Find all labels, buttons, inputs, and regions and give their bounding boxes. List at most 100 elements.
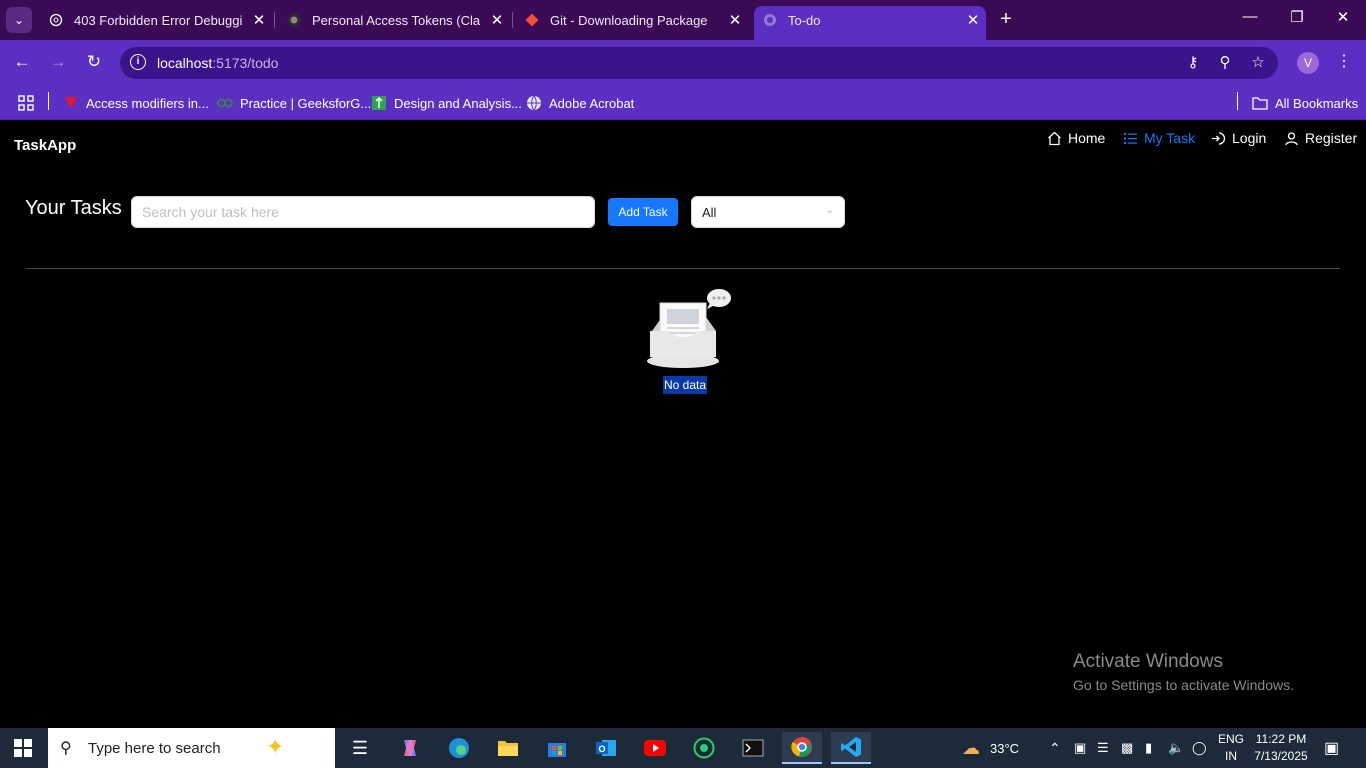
bookmark-geeksforgeeks[interactable]: Practice | GeeksforG... bbox=[217, 92, 371, 114]
taskbar-search-text: Type here to search bbox=[88, 740, 221, 757]
new-tab-plus-icon[interactable]: + bbox=[996, 8, 1016, 31]
language-code: ENG bbox=[1217, 732, 1244, 746]
nav-label: Login bbox=[1232, 130, 1267, 146]
bookmark-label: Adobe Acrobat bbox=[549, 95, 635, 111]
chrome-icon[interactable] bbox=[782, 732, 822, 764]
empty-inbox-icon bbox=[644, 287, 734, 369]
address-bar[interactable]: i localhost:5173/todo ⚷ ⚲ ☆ bbox=[120, 47, 1278, 79]
close-icon[interactable]: ✕ bbox=[250, 11, 268, 29]
nav-register[interactable]: Register bbox=[1283, 130, 1357, 146]
list-icon bbox=[1122, 130, 1138, 146]
notifications-icon[interactable]: ▣ bbox=[1324, 728, 1339, 768]
green-book-icon bbox=[371, 95, 387, 111]
close-icon[interactable]: ✕ bbox=[726, 11, 744, 29]
minimize-icon[interactable]: — bbox=[1240, 8, 1260, 25]
more-menu-icon[interactable]: ⋮ bbox=[1336, 51, 1352, 71]
tab-403-forbidden[interactable]: 403 Forbidden Error Debugging ✕ bbox=[40, 6, 272, 34]
watermark-subtitle: Go to Settings to activate Windows. bbox=[1073, 677, 1294, 693]
bookmark-access-modifiers[interactable]: Access modifiers in... bbox=[63, 92, 209, 114]
task-search-input[interactable] bbox=[131, 196, 595, 228]
window-close-icon[interactable]: ✕ bbox=[1333, 8, 1353, 26]
language-globe-icon[interactable]: ◯ bbox=[1192, 728, 1207, 768]
windows-taskbar: ⚲ Type here to search ✦ ☰ O ☁ 33°C ⌃ ▣ ☰… bbox=[0, 728, 1366, 768]
tab-title: 403 Forbidden Error Debugging bbox=[74, 12, 242, 28]
all-bookmarks-label: All Bookmarks bbox=[1275, 95, 1359, 111]
clock-date: 7/13/2025 bbox=[1254, 749, 1308, 763]
task-view-icon[interactable]: ☰ bbox=[340, 732, 380, 764]
bookmark-design-analysis[interactable]: Design and Analysis... bbox=[371, 92, 522, 114]
tray-chevron-up-icon[interactable]: ⌃ bbox=[1049, 728, 1061, 768]
home-icon bbox=[1046, 130, 1062, 146]
bookmark-label: Access modifiers in... bbox=[86, 95, 209, 111]
tab-search-chevron-icon[interactable]: ⌄ bbox=[6, 7, 32, 33]
app-brand[interactable]: TaskApp bbox=[14, 137, 76, 154]
copilot-icon[interactable] bbox=[390, 732, 430, 764]
nav-my-task[interactable]: My Task bbox=[1122, 130, 1195, 146]
close-icon[interactable]: ✕ bbox=[488, 11, 506, 29]
chevron-down-icon: ⌄ bbox=[825, 205, 834, 216]
nav-home[interactable]: Home bbox=[1046, 130, 1105, 146]
apps-grid-icon[interactable] bbox=[18, 92, 34, 114]
all-bookmarks[interactable]: All Bookmarks bbox=[1252, 92, 1358, 114]
youtube-icon[interactable] bbox=[635, 732, 675, 764]
weather-widget[interactable]: ☁ 33°C bbox=[962, 728, 1019, 768]
bookmark-red-icon bbox=[63, 95, 79, 111]
status-filter-select[interactable]: All ⌄ bbox=[691, 196, 845, 228]
meet-now-icon[interactable]: ▣ bbox=[1074, 728, 1086, 768]
terminal-icon[interactable] bbox=[733, 732, 773, 764]
close-icon[interactable]: ✕ bbox=[964, 11, 982, 29]
login-icon bbox=[1210, 130, 1226, 146]
input-language[interactable]: ENG IN bbox=[1216, 731, 1246, 765]
tab-git-downloading[interactable]: Git - Downloading Package ✕ bbox=[516, 6, 748, 34]
restore-icon[interactable]: ❐ bbox=[1287, 8, 1307, 26]
bookmark-adobe-acrobat[interactable]: Adobe Acrobat bbox=[526, 92, 634, 114]
tab-separator bbox=[512, 12, 513, 28]
nav-label: Home bbox=[1068, 130, 1106, 146]
tab-personal-access-tokens[interactable]: Personal Access Tokens (Classic) ✕ bbox=[278, 6, 510, 34]
zoom-icon[interactable]: ⚲ bbox=[1215, 53, 1235, 71]
microsoft-store-icon[interactable] bbox=[537, 732, 577, 764]
divider bbox=[26, 268, 1340, 269]
key-icon[interactable]: ⚷ bbox=[1183, 53, 1203, 71]
profile-avatar[interactable]: V bbox=[1297, 52, 1319, 74]
language-region: IN bbox=[1225, 749, 1237, 763]
speaker-muted-icon[interactable]: 🔈 bbox=[1168, 728, 1184, 768]
battery-icon[interactable]: ▮ bbox=[1145, 728, 1152, 768]
app-page: TaskApp Home My Task Login Register Your… bbox=[0, 121, 1366, 728]
edge-icon[interactable] bbox=[439, 732, 479, 764]
nav-label: Register bbox=[1305, 130, 1358, 146]
back-arrow-icon[interactable]: ← bbox=[11, 52, 33, 72]
weather-temperature: 33°C bbox=[990, 740, 1020, 756]
filter-value: All bbox=[702, 205, 717, 220]
site-info-icon[interactable]: i bbox=[130, 54, 146, 70]
bookmarks-separator bbox=[48, 92, 49, 110]
url-text[interactable]: localhost:5173/todo bbox=[157, 55, 278, 71]
browser-tab-bar: ⌄ 403 Forbidden Error Debugging ✕ Person… bbox=[0, 0, 1366, 40]
file-explorer-icon[interactable] bbox=[488, 732, 528, 764]
bookmarks-separator bbox=[1237, 92, 1238, 110]
forward-arrow-icon[interactable]: → bbox=[47, 52, 69, 72]
windows-start-icon[interactable] bbox=[14, 739, 32, 757]
whatsapp-icon[interactable] bbox=[684, 732, 724, 764]
bookmark-label: Practice | GeeksforG... bbox=[240, 95, 372, 111]
display-icon[interactable]: ▩ bbox=[1121, 728, 1133, 768]
outlook-icon[interactable]: O bbox=[586, 732, 626, 764]
bookmark-label: Design and Analysis... bbox=[394, 95, 522, 111]
geeksforgeeks-icon bbox=[217, 95, 233, 111]
tab-title: To-do bbox=[788, 12, 821, 28]
tab-title: Git - Downloading Package bbox=[550, 12, 708, 28]
globe-icon bbox=[762, 12, 778, 28]
tab-to-do[interactable]: To-do ✕ bbox=[754, 6, 986, 40]
sparkle-icon[interactable]: ✦ bbox=[266, 734, 284, 760]
vscode-icon[interactable] bbox=[831, 732, 871, 764]
system-clock[interactable]: 11:22 PM 7/13/2025 bbox=[1250, 731, 1312, 765]
reload-icon[interactable]: ↻ bbox=[83, 52, 105, 72]
nav-login[interactable]: Login bbox=[1210, 130, 1266, 146]
git-icon bbox=[524, 12, 540, 28]
taskbar-search-box[interactable]: ⚲ Type here to search ✦ bbox=[48, 728, 335, 768]
star-icon[interactable]: ☆ bbox=[1248, 53, 1268, 71]
network-icon[interactable]: ☰ bbox=[1097, 728, 1109, 768]
add-task-button[interactable]: Add Task bbox=[608, 198, 678, 226]
github-icon bbox=[286, 12, 302, 28]
empty-state-text: No data bbox=[663, 376, 708, 394]
